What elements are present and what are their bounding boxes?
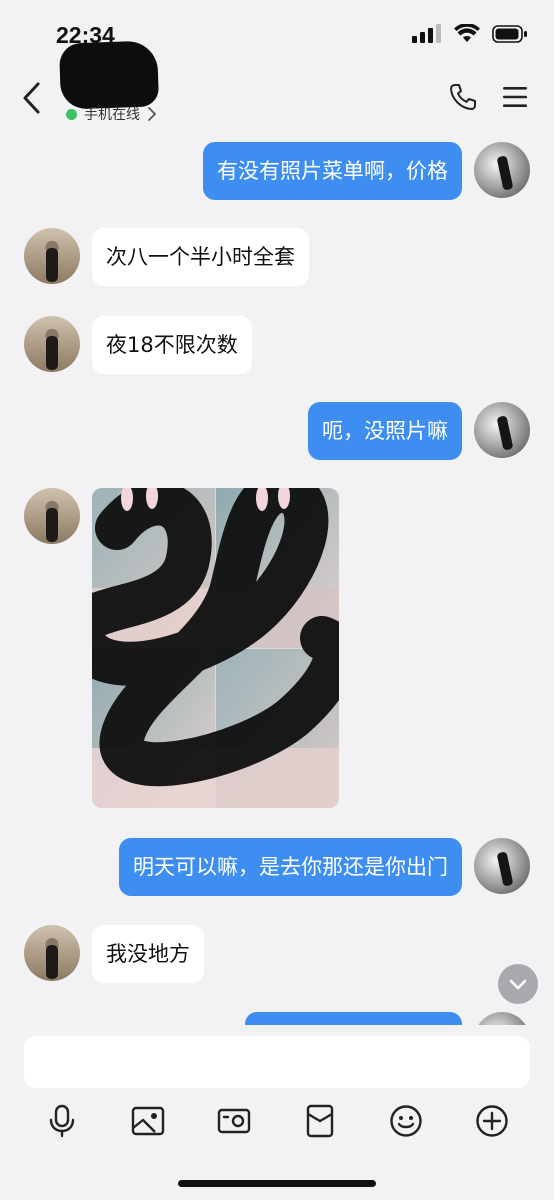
- message-row: [0, 488, 554, 810]
- image-message[interactable]: [92, 488, 339, 808]
- message-bubble-outgoing[interactable]: 有没有照片菜单啊，价格: [203, 142, 462, 200]
- status-icons: [412, 24, 528, 44]
- my-avatar[interactable]: [474, 838, 530, 894]
- camera-button[interactable]: [212, 1099, 256, 1143]
- presence-label: 手机在线: [84, 107, 140, 123]
- plus-icon: [476, 1105, 508, 1137]
- photo-button[interactable]: [126, 1099, 170, 1143]
- red-packet-icon: [306, 1104, 334, 1138]
- contact-avatar[interactable]: [24, 925, 80, 981]
- emoji-icon: [390, 1105, 422, 1137]
- chat-header: 手机在线: [0, 40, 554, 132]
- home-indicator: [178, 1180, 376, 1187]
- back-icon[interactable]: [18, 80, 46, 116]
- message-bubble-outgoing[interactable]: 呃，没照片嘛: [308, 402, 462, 460]
- online-dot-icon: [66, 108, 77, 120]
- input-panel: [0, 1025, 554, 1200]
- contact-avatar[interactable]: [24, 488, 80, 544]
- message-bubble-incoming[interactable]: 我没地方: [92, 925, 204, 983]
- battery-icon: [492, 25, 527, 43]
- message-bubble-outgoing[interactable]: 明天可以嘛，是去你那还是你出门: [119, 838, 462, 896]
- image-icon: [131, 1106, 165, 1136]
- message-bubble-outgoing[interactable]: [245, 1012, 462, 1025]
- message-row: 有没有照片菜单啊，价格: [0, 142, 554, 202]
- message-bubble-incoming[interactable]: 次八一个半小时全套: [92, 228, 309, 286]
- my-avatar[interactable]: [474, 402, 530, 458]
- message-row: 明天可以嘛，是去你那还是你出门: [0, 838, 554, 898]
- menu-icon[interactable]: [502, 85, 528, 109]
- message-row: 次八一个半小时全套: [0, 228, 554, 288]
- signal-icon: [412, 24, 441, 43]
- scroll-to-bottom-button[interactable]: [498, 964, 538, 1004]
- message-row: 夜18不限次数: [0, 314, 554, 374]
- message-row: [0, 1012, 554, 1025]
- camera-icon: [217, 1108, 251, 1134]
- chevron-down-icon: [509, 979, 527, 990]
- input-toolbar: [0, 1099, 554, 1143]
- contact-name-redacted[interactable]: [58, 40, 160, 110]
- contact-avatar[interactable]: [24, 316, 80, 372]
- chevron-right-icon: [148, 107, 157, 121]
- red-packet-button[interactable]: [298, 1099, 342, 1143]
- redacted-photo: [92, 488, 339, 808]
- my-avatar[interactable]: [474, 1012, 530, 1025]
- more-button[interactable]: [470, 1099, 514, 1143]
- wifi-icon: [454, 24, 480, 42]
- message-row: 呃，没照片嘛: [0, 402, 554, 462]
- contact-avatar[interactable]: [24, 228, 80, 284]
- message-list[interactable]: 有没有照片菜单啊，价格 次八一个半小时全套 夜18不限次数 呃，没照片嘛 明天可…: [0, 130, 554, 1025]
- microphone-icon: [49, 1104, 75, 1138]
- my-avatar[interactable]: [474, 142, 530, 198]
- presence-status[interactable]: 手机在线: [66, 104, 157, 124]
- phone-icon[interactable]: [448, 82, 478, 112]
- emoji-button[interactable]: [384, 1099, 428, 1143]
- message-bubble-incoming[interactable]: 夜18不限次数: [92, 316, 252, 374]
- voice-button[interactable]: [40, 1099, 84, 1143]
- message-input[interactable]: [24, 1036, 530, 1088]
- message-row: 我没地方: [0, 925, 554, 985]
